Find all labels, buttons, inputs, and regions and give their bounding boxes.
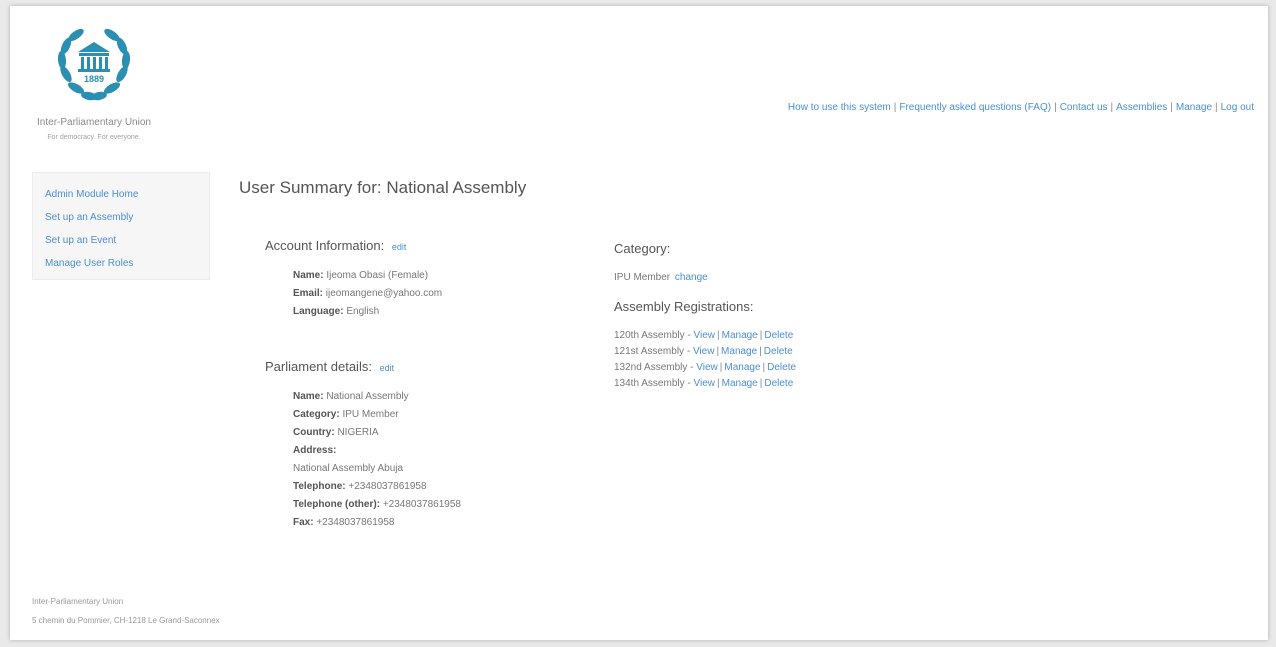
parliament-fax-value: +2348037861958: [316, 517, 395, 528]
nav-log-out[interactable]: Log out: [1221, 102, 1254, 113]
registration-name: 132nd Assembly: [614, 362, 688, 373]
parliament-telephone-other-value: +2348037861958: [382, 499, 461, 510]
parliament-telephone-row: Telephone: +2348037861958: [293, 478, 595, 496]
registration-manage-link[interactable]: Manage: [722, 378, 758, 389]
footer-org-name: Inter-Parliamentary Union: [32, 597, 124, 606]
account-language-row: Language: English: [293, 303, 595, 321]
assembly-registrations-heading: Assembly Registrations:: [614, 299, 754, 314]
account-edit-link[interactable]: edit: [392, 242, 407, 252]
footer: Inter-Parliamentary Union 5 chemin du Po…: [32, 592, 220, 630]
nav-how-to-use[interactable]: How to use this system: [788, 102, 891, 113]
registration-row: 121st Assembly - View | Manage | Delete: [614, 346, 793, 357]
nav-contact-us[interactable]: Contact us: [1060, 102, 1108, 113]
parliament-edit-link[interactable]: edit: [380, 363, 395, 373]
parliament-telephone-label: Telephone:: [293, 481, 346, 492]
parliament-telephone-value: +2348037861958: [348, 481, 427, 492]
parliament-country-value: NIGERIA: [337, 427, 379, 438]
registration-name: 121st Assembly: [614, 346, 685, 357]
registration-delete-link[interactable]: Delete: [767, 362, 796, 373]
account-language-value: English: [346, 306, 380, 317]
registration-view-link[interactable]: View: [693, 346, 715, 357]
registration-delete-link[interactable]: Delete: [764, 346, 793, 357]
registration-name: 120th Assembly: [614, 330, 685, 341]
registration-view-link[interactable]: View: [694, 378, 716, 389]
parliament-address-value: National Assembly Abuja: [293, 463, 404, 474]
parliament-country-row: Country: NIGERIA: [293, 424, 595, 442]
registration-manage-link[interactable]: Manage: [724, 362, 760, 373]
parliament-category-row: Category: IPU Member: [293, 406, 595, 424]
account-name-row: Name: Ijeoma Obasi (Female): [293, 267, 595, 285]
parliament-name-label: Name:: [293, 391, 324, 402]
sidebar-item-admin-home[interactable]: Admin Module Home: [45, 189, 138, 200]
nav-separator: |: [1110, 102, 1114, 113]
sidebar-item-setup-assembly[interactable]: Set up an Assembly: [45, 212, 133, 223]
nav-separator: |: [1054, 102, 1057, 113]
category-heading: Category:: [614, 241, 671, 256]
registration-row: 132nd Assembly - View | Manage | Delete: [614, 362, 797, 373]
parliament-telephone-other-row: Telephone (other): +2348037861958: [293, 496, 595, 514]
account-email-row: Email: ijeomangene@yahoo.com: [293, 285, 595, 303]
parliament-telephone-other-label: Telephone (other):: [293, 499, 381, 510]
parliament-fax-label: Fax:: [293, 517, 314, 528]
org-tagline: For democracy. For everyone.: [47, 134, 141, 141]
account-name-value: Ijeoma Obasi (Female): [326, 270, 429, 281]
account-language-label: Language:: [293, 306, 344, 317]
account-email-label: Email:: [293, 288, 324, 299]
nav-separator: |: [1215, 102, 1218, 113]
registration-row: 134th Assembly - View | Manage | Delete: [614, 378, 794, 389]
footer-address: 5 chemin du Pommier, CH-1218 Le Grand-Sa…: [32, 616, 220, 625]
parliament-name-row: Name: National Assembly: [293, 388, 595, 406]
parliament-fax-row: Fax: +2348037861958: [293, 514, 595, 532]
registration-row: 120th Assembly - View | Manage | Delete: [614, 330, 794, 341]
ipu-logo-block[interactable]: 1889 Inter-Parliamentary Union For democ…: [28, 22, 160, 141]
nav-faq[interactable]: Frequently asked questions (FAQ): [899, 102, 1051, 113]
registration-delete-link[interactable]: Delete: [764, 330, 793, 341]
account-name-label: Name:: [293, 270, 324, 281]
nav-assemblies[interactable]: Assemblies: [1116, 102, 1167, 113]
registration-view-link[interactable]: View: [696, 362, 718, 373]
nav-separator: |: [1170, 102, 1173, 113]
account-email-value: ijeomangene@yahoo.com: [325, 288, 443, 299]
registration-manage-link[interactable]: Manage: [721, 346, 757, 357]
registration-manage-link[interactable]: Manage: [722, 330, 758, 341]
page: 1889 Inter-Parliamentary Union For democ…: [10, 6, 1268, 640]
registration-delete-link[interactable]: Delete: [764, 378, 793, 389]
parliament-address-row: Address:: [293, 442, 595, 460]
account-information-section: Account Information: edit Name: Ijeoma O…: [265, 238, 595, 321]
parliament-details-heading: Parliament details:: [265, 359, 372, 374]
registration-name: 134th Assembly: [614, 378, 685, 389]
account-information-heading: Account Information:: [265, 238, 385, 253]
nav-manage[interactable]: Manage: [1176, 102, 1212, 113]
sidebar-item-setup-event[interactable]: Set up an Event: [45, 235, 116, 246]
assembly-registrations-section: Assembly Registrations: 120th Assembly -…: [614, 299, 1014, 392]
parliament-name-value: National Assembly: [326, 391, 409, 402]
org-name: Inter-Parliamentary Union: [37, 117, 151, 128]
parliament-address-label: Address:: [293, 445, 337, 456]
parliament-details-section: Parliament details: edit Name: National …: [265, 359, 595, 532]
parliament-category-value: IPU Member: [342, 409, 399, 420]
page-title: User Summary for: National Assembly: [239, 178, 527, 197]
category-change-link[interactable]: change: [675, 272, 708, 283]
registration-view-link[interactable]: View: [694, 330, 716, 341]
category-section: Category: IPU Member change: [614, 241, 1014, 283]
sidebar-item-manage-user-roles[interactable]: Manage User Roles: [45, 258, 133, 269]
parliament-category-label: Category:: [293, 409, 340, 420]
category-value: IPU Member: [614, 272, 671, 283]
logo-year: 1889: [84, 74, 104, 84]
top-navigation: How to use this system | Frequently asked …: [788, 102, 1254, 113]
admin-sidebar: Admin Module Home Set up an Assembly Set…: [32, 172, 210, 280]
ipu-logo: 1889: [57, 28, 131, 101]
parliament-country-label: Country:: [293, 427, 335, 438]
